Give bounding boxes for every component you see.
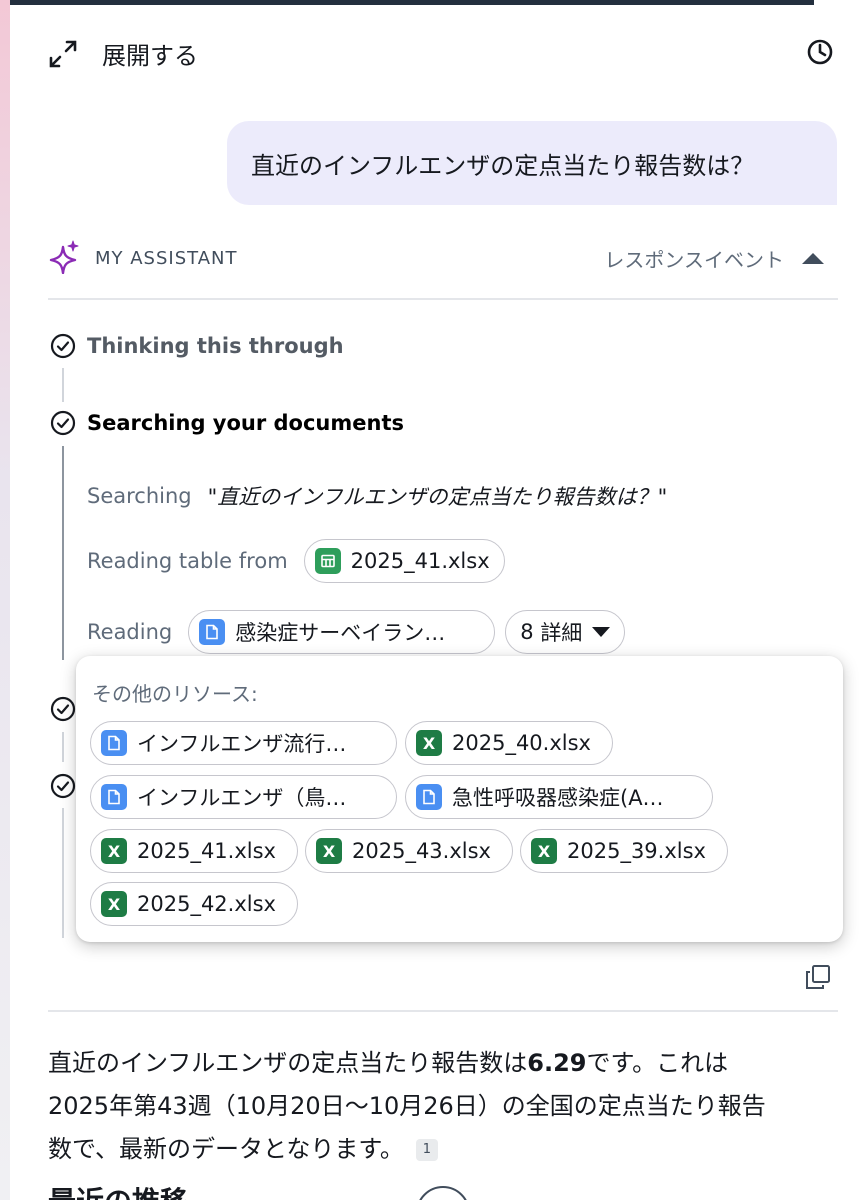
excel-icon: X <box>101 891 127 917</box>
clock-icon[interactable] <box>806 38 834 66</box>
more-count: 8 <box>520 620 534 644</box>
assistant-answer: 直近のインフルエンザの定点当たり報告数は6.29です。これは 2025年第43週… <box>48 1042 848 1171</box>
answer-value: 6.29 <box>527 1049 587 1077</box>
response-events-toggle[interactable]: レスポンスイベント <box>604 244 824 273</box>
resource-name: 2025_42.xlsx <box>137 892 276 916</box>
citation-badge[interactable]: 1 <box>415 1139 438 1161</box>
step-thinking: Thinking this through <box>50 333 344 359</box>
timeline-line <box>62 446 64 660</box>
excel-icon: X <box>416 730 442 756</box>
response-events-label: レスポンスイベント <box>604 248 784 272</box>
divider <box>48 298 838 300</box>
timeline-line <box>62 732 64 762</box>
step-label: Searching your documents <box>87 411 404 435</box>
resource-chip[interactable]: X 2025_43.xlsx <box>305 829 513 873</box>
caret-up-icon <box>802 253 824 264</box>
resource-name: 2025_39.xlsx <box>567 839 706 863</box>
section-heading: 最近の推移 <box>48 1180 188 1200</box>
table-icon <box>314 548 341 574</box>
file-name: 2025_41.xlsx <box>350 549 490 573</box>
left-edge-strip <box>0 0 10 1200</box>
answer-text: 数で、最新のデータとなります。 <box>48 1135 404 1163</box>
timeline-line <box>62 808 64 938</box>
check-circle-icon <box>50 773 76 799</box>
more-label: 詳細 <box>540 621 583 645</box>
timeline-line <box>62 368 64 402</box>
popover-title: その他のリソース: <box>92 682 258 706</box>
step-collapsed <box>50 773 76 799</box>
document-icon <box>199 619 226 645</box>
step-searching: Searching your documents <box>50 410 404 436</box>
document-icon <box>101 784 127 810</box>
check-circle-icon <box>50 333 76 359</box>
expand-button[interactable]: 展開する <box>48 36 198 71</box>
excel-icon: X <box>101 838 127 864</box>
file-chip[interactable]: 感染症サーベイラン… <box>188 610 496 654</box>
document-icon <box>416 784 442 810</box>
resource-chip[interactable]: インフルエンザ流行… <box>90 721 397 765</box>
step-label: Thinking this through <box>87 334 344 358</box>
reading-table-label: Reading table from <box>87 549 288 573</box>
resource-chip[interactable]: X 2025_39.xlsx <box>520 829 728 873</box>
search-query-row: Searching "直近のインフルエンザの定点当たり報告数は？" <box>87 481 667 511</box>
check-circle-icon <box>50 696 76 722</box>
resource-name: 2025_40.xlsx <box>452 731 591 755</box>
resource-name: 急性呼吸器感染症(A… <box>452 786 664 810</box>
search-query: "直近のインフルエンザの定点当たり報告数は？" <box>207 485 668 509</box>
resource-chip[interactable]: X 2025_40.xlsx <box>405 721 613 765</box>
assistant-header: MY ASSISTANT レスポンスイベント <box>48 238 838 278</box>
search-label: Searching <box>87 484 192 508</box>
reading-table-row: Reading table from 2025_41.xlsx <box>87 539 505 583</box>
check-circle-icon <box>50 410 76 436</box>
answer-text: 2025年第43週（10月20日〜10月26日）の全国の定点当たり報告 <box>48 1092 766 1120</box>
divider <box>48 1010 838 1012</box>
expand-arrows-icon <box>49 40 77 67</box>
excel-icon: X <box>316 838 342 864</box>
sparkle-icon <box>49 240 79 274</box>
expand-label: 展開する <box>102 42 198 70</box>
more-sources-button[interactable]: 8 詳細 <box>505 610 626 654</box>
resource-chip[interactable]: 急性呼吸器感染症(A… <box>405 775 713 819</box>
file-chip[interactable]: 2025_41.xlsx <box>303 539 505 583</box>
excel-icon: X <box>531 838 557 864</box>
caret-down-icon <box>592 627 611 637</box>
resource-name: 2025_41.xlsx <box>137 839 276 863</box>
reading-row: Reading 感染症サーベイラン… 8 詳細 <box>87 610 626 654</box>
resource-name: インフルエンザ流行… <box>137 732 347 756</box>
copy-icon[interactable] <box>805 964 831 990</box>
resource-name: 2025_43.xlsx <box>352 839 491 863</box>
step-collapsed <box>50 696 76 722</box>
answer-text: です。これは <box>586 1049 729 1077</box>
resource-name: インフルエンザ（鳥… <box>137 786 347 810</box>
other-resources-popover: その他のリソース: インフルエンザ流行… X 2025_40.xlsx インフル… <box>76 656 843 942</box>
user-message-bubble: 直近のインフルエンザの定点当たり報告数は？ <box>227 121 837 205</box>
resource-chip[interactable]: インフルエンザ（鳥… <box>90 775 397 819</box>
assistant-name: MY ASSISTANT <box>95 248 238 269</box>
answer-text: 直近のインフルエンザの定点当たり報告数は <box>48 1049 528 1077</box>
document-icon <box>101 730 127 756</box>
resource-chip[interactable]: X 2025_41.xlsx <box>90 829 298 873</box>
resource-chip[interactable]: X 2025_42.xlsx <box>90 882 298 926</box>
file-name: 感染症サーベイラン… <box>235 621 446 645</box>
reading-label: Reading <box>87 620 173 644</box>
